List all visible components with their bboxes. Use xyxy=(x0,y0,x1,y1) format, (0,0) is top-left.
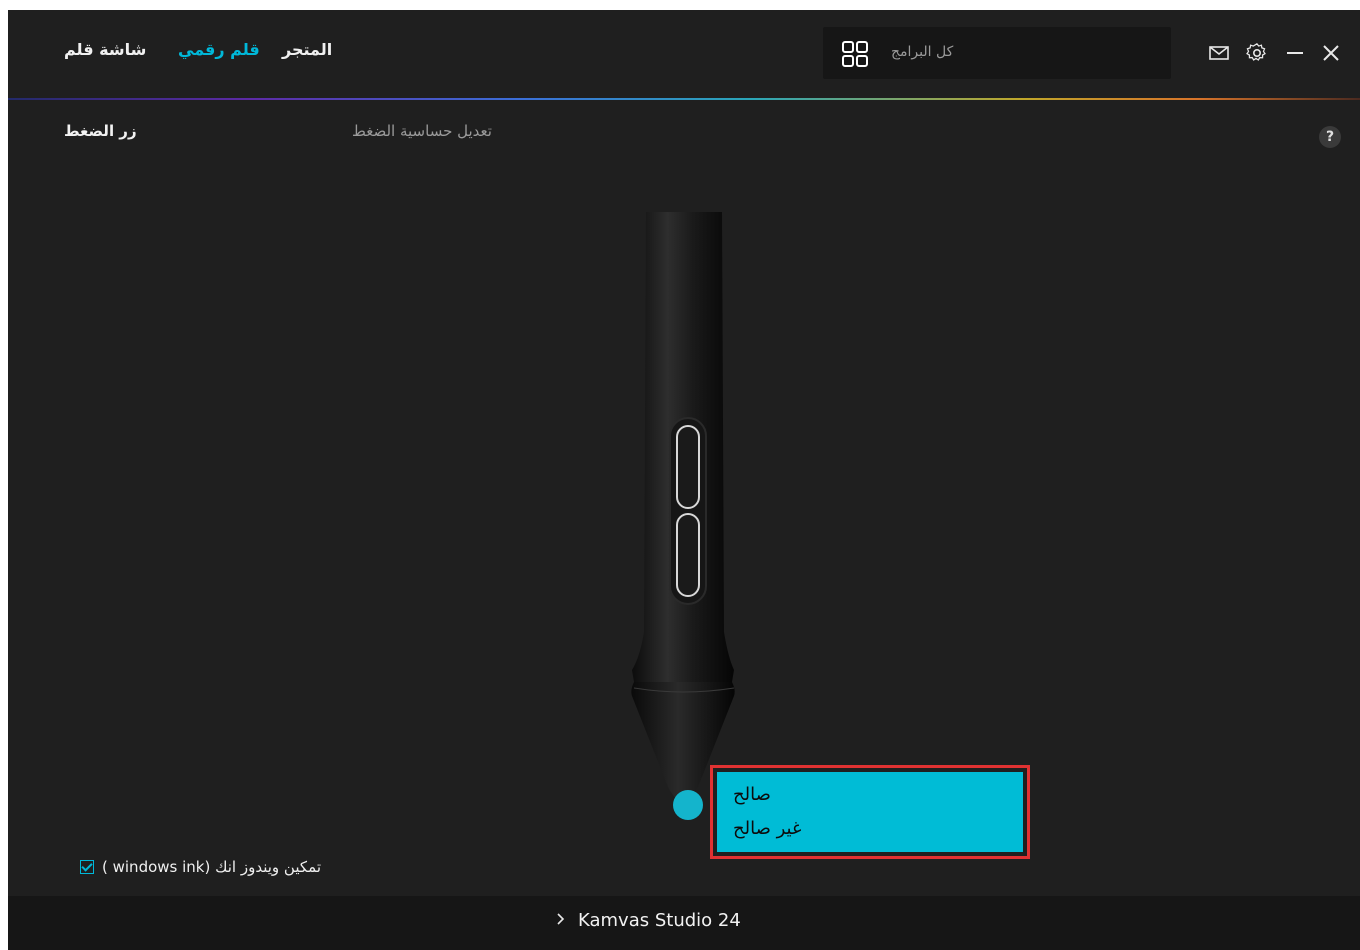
chevron-right-icon xyxy=(556,910,566,931)
pen-tip-function-menu: صالح غير صالح xyxy=(710,765,1030,859)
help-icon[interactable]: ? xyxy=(1319,126,1341,148)
settings-icon[interactable] xyxy=(1242,38,1272,68)
tab-pen-display[interactable]: شاشة قلم xyxy=(64,40,146,59)
top-bar: كل البرامج المتجر قلم رقمي شاشة قلم xyxy=(8,10,1360,98)
windows-ink-label: ( windows ink) تمكين ويندوز انك xyxy=(102,858,321,876)
subtab-press-button[interactable]: زر الضغط xyxy=(64,122,137,140)
subtab-pressure-sensitivity[interactable]: تعديل حساسية الضغط xyxy=(352,122,492,140)
device-name: Kamvas Studio 24 xyxy=(578,910,741,931)
close-icon[interactable] xyxy=(1316,38,1346,68)
menu-option-invalid[interactable]: غير صالح xyxy=(733,818,801,839)
apps-selector-label: كل البرامج xyxy=(891,44,954,60)
pen-tip-menu-list: صالح غير صالح xyxy=(717,772,1023,852)
apps-selector[interactable]: كل البرامج xyxy=(823,27,1171,79)
device-footer: Kamvas Studio 24 xyxy=(8,896,1360,950)
tab-store[interactable]: المتجر xyxy=(282,40,332,59)
pen-illustration xyxy=(631,212,735,802)
apps-grid-icon xyxy=(840,39,870,69)
header-divider xyxy=(8,98,1360,100)
tab-digital-pen[interactable]: قلم رقمي xyxy=(178,40,260,59)
pen-tip-indicator[interactable] xyxy=(673,790,703,820)
mail-icon[interactable] xyxy=(1204,38,1234,68)
windows-ink-checkbox[interactable] xyxy=(80,860,94,874)
minimize-icon[interactable] xyxy=(1280,38,1310,68)
app-window: كل البرامج المتجر قلم رقمي شاشة قلم زر ا… xyxy=(8,10,1360,950)
menu-option-valid[interactable]: صالح xyxy=(733,784,771,805)
device-selector[interactable]: Kamvas Studio 24 xyxy=(556,910,741,931)
windows-ink-option[interactable]: ( windows ink) تمكين ويندوز انك xyxy=(80,858,321,876)
